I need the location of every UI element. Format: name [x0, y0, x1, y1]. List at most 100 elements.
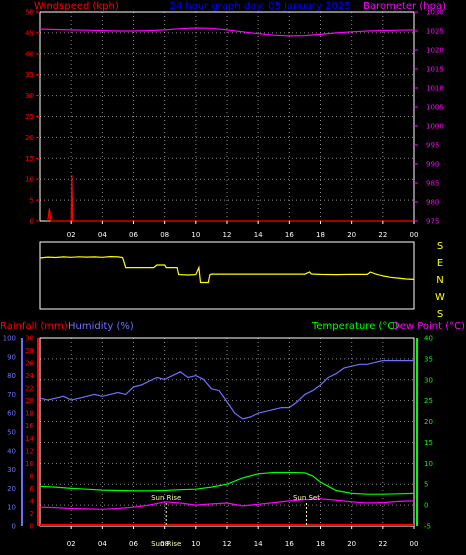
baro-ytick-995: 995	[426, 142, 439, 150]
sunrise-label: Sun Rise	[151, 494, 181, 502]
humidity-ytick-90: 90	[7, 353, 16, 361]
windspeed-axis-title: Windspeed (kph)	[34, 1, 119, 12]
rainfall-axis-title: Rainfall (mm)	[0, 321, 68, 332]
humidity-ytick-20: 20	[7, 485, 16, 493]
top-panel-xtick-22: 22	[378, 231, 387, 239]
wind-ytick-30: 30	[25, 92, 34, 100]
direction-label-1: E	[437, 258, 443, 269]
windspeed-line	[47, 174, 414, 222]
humidity-ytick-40: 40	[7, 447, 16, 455]
top-panel-xtick-20: 20	[347, 231, 356, 239]
humidity-ytick-100: 100	[3, 335, 16, 343]
bottom-panel-xtick-06: 06	[129, 540, 138, 548]
bottom-panel-xtick-18: 18	[316, 540, 325, 548]
baro-ytick-990: 990	[426, 161, 439, 169]
wind-ytick-0: 0	[30, 218, 34, 226]
humidity-ytick-70: 70	[7, 391, 16, 399]
rain-ytick-2: 2	[30, 510, 34, 518]
rain-ytick-26: 26	[25, 360, 34, 368]
temp-ytick-10: 10	[424, 460, 433, 468]
humidity-ytick-80: 80	[7, 372, 16, 380]
top-panel-xtick-16: 16	[285, 231, 294, 239]
direction-panel-frame	[39, 241, 415, 310]
top-panel-xtick-02: 02	[67, 231, 76, 239]
top-panel-xtick-10: 10	[191, 231, 200, 239]
wind-ytick-5: 5	[30, 197, 34, 205]
baro-ytick-1030: 1030	[426, 9, 444, 17]
humidity-axis-title: Humidity (%)	[68, 321, 134, 332]
top-panel-xtick-12: 12	[223, 231, 232, 239]
rain-ytick-0: 0	[30, 523, 34, 531]
baro-ytick-1020: 1020	[426, 47, 444, 55]
temp-ytick-25: 25	[424, 397, 433, 405]
wind-ytick-45: 45	[25, 29, 34, 37]
baro-ytick-1015: 1015	[426, 66, 444, 74]
baro-ytick-1025: 1025	[426, 28, 444, 36]
temp-ytick-30: 30	[424, 376, 433, 384]
rain-ytick-14: 14	[25, 435, 34, 443]
humidity-ytick-0: 0	[12, 523, 16, 531]
bottom-panel-xtick-12: 12	[223, 540, 232, 548]
temp-ytick--5: -5	[424, 523, 431, 531]
top-panel-xtick-18: 18	[316, 231, 325, 239]
bottom-panel-xtick-14: 14	[254, 540, 263, 548]
rain-ytick-10: 10	[25, 460, 34, 468]
wind-ytick-10: 10	[25, 176, 34, 184]
baro-ytick-1005: 1005	[426, 104, 444, 112]
humidity-ytick-10: 10	[7, 504, 16, 512]
sunset-label: Sun Set	[293, 494, 320, 502]
wind-ytick-40: 40	[25, 50, 34, 58]
bottom-panel-xtick-10: 10	[191, 540, 200, 548]
baro-ytick-975: 975	[426, 218, 439, 226]
rain-ytick-4: 4	[30, 497, 35, 505]
baro-ytick-1010: 1010	[426, 85, 444, 93]
baro-ytick-1000: 1000	[426, 123, 444, 131]
bottom-panel-xtick-22: 22	[378, 540, 387, 548]
humidity-ytick-30: 30	[7, 466, 16, 474]
graph-title: 24 hour graph day: 05 January 2025	[169, 1, 350, 12]
direction-label-3: W	[435, 292, 445, 303]
baro-ytick-980: 980	[426, 199, 439, 207]
top-panel-xtick-00: 00	[410, 231, 419, 239]
temp-ytick-15: 15	[424, 439, 433, 447]
rain-ytick-20: 20	[25, 397, 34, 405]
rain-ytick-30: 30	[25, 335, 34, 343]
wind-ytick-50: 50	[25, 9, 34, 17]
rain-ytick-16: 16	[25, 422, 34, 430]
dewpoint-line	[39, 498, 415, 510]
rain-ytick-24: 24	[25, 372, 34, 380]
rain-ytick-6: 6	[30, 485, 35, 493]
top-panel-xtick-06: 06	[129, 231, 138, 239]
bottom-panel-xtick-02: 02	[67, 540, 76, 548]
weather-graph: Windspeed (kph) 24 hour graph day: 05 Ja…	[0, 1, 465, 548]
barometer-line	[39, 27, 415, 37]
temp-ytick-0: 0	[424, 502, 428, 510]
rain-ytick-22: 22	[25, 385, 34, 393]
temp-ytick-20: 20	[424, 418, 433, 426]
temperature-axis-title: Temperature (°C)	[311, 321, 398, 332]
humidity-ytick-60: 60	[7, 410, 16, 418]
temp-ytick-5: 5	[424, 481, 428, 489]
temp-ytick-40: 40	[424, 335, 433, 343]
wind-ytick-20: 20	[25, 134, 34, 142]
baro-ytick-985: 985	[426, 180, 439, 188]
bottom-panel-xtick-04: 04	[98, 540, 107, 548]
direction-label-0: S	[437, 241, 443, 252]
rain-ytick-18: 18	[25, 410, 34, 418]
humidity-ytick-50: 50	[7, 429, 16, 437]
top-panel-xtick-08: 08	[160, 231, 169, 239]
wind-ytick-25: 25	[25, 113, 34, 121]
rain-ytick-12: 12	[25, 447, 34, 455]
rain-ytick-28: 28	[25, 347, 34, 355]
sunrise-bottom-label: Sun Rise	[151, 540, 181, 548]
bottom-panel-xtick-00: 00	[410, 540, 419, 548]
direction-label-4: S	[437, 309, 443, 320]
rain-ytick-8: 8	[30, 472, 34, 480]
wind-direction-line	[39, 255, 415, 284]
bottom-panel-xtick-16: 16	[285, 540, 294, 548]
top-panel-xtick-04: 04	[98, 231, 107, 239]
temp-ytick-35: 35	[424, 355, 433, 363]
wind-ytick-15: 15	[25, 155, 34, 163]
wind-ytick-35: 35	[25, 71, 34, 79]
dewpoint-axis-title: Dew Point (°C)	[392, 321, 465, 332]
